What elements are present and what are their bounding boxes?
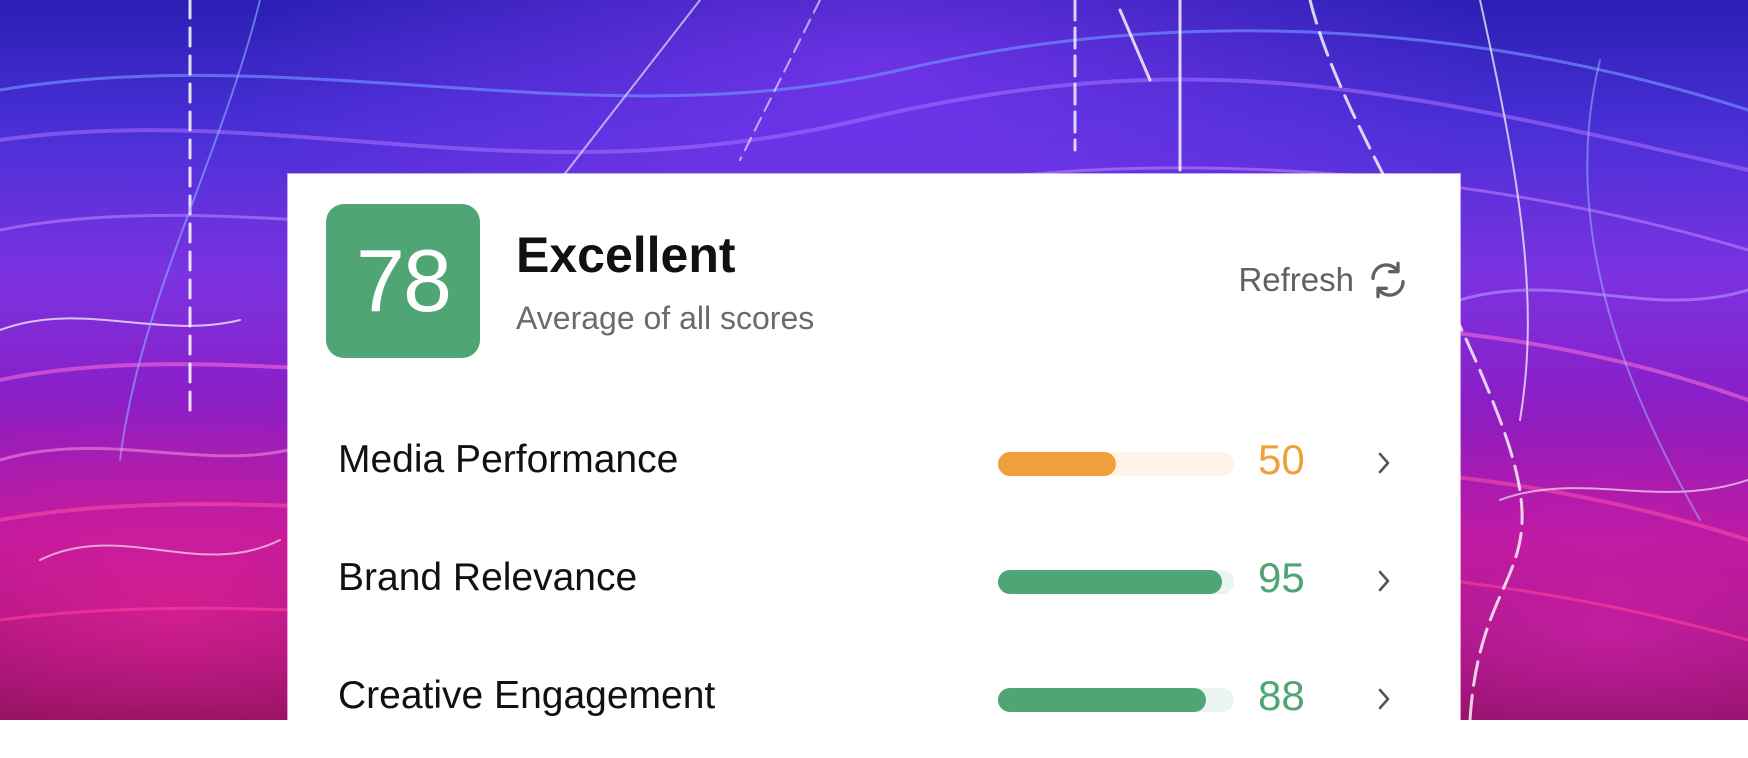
metric-bar-fill bbox=[998, 452, 1116, 476]
refresh-icon bbox=[1368, 260, 1408, 300]
metric-bar-track bbox=[998, 570, 1234, 594]
score-card: 78 Excellent Average of all scores Refre… bbox=[288, 174, 1460, 734]
metric-value: 50 bbox=[1258, 436, 1305, 483]
rating-subtitle: Average of all scores bbox=[516, 300, 815, 336]
metric-bar-fill bbox=[998, 688, 1206, 712]
metric-bar-fill bbox=[998, 570, 1223, 594]
chevron-right-icon[interactable] bbox=[1376, 450, 1392, 476]
chevron-right-icon[interactable] bbox=[1376, 568, 1392, 594]
metric-label: Media Performance bbox=[338, 438, 679, 481]
refresh-label: Refresh bbox=[1238, 261, 1354, 298]
overall-score-badge: 78 bbox=[326, 204, 480, 358]
metric-bar-track bbox=[998, 452, 1234, 476]
metric-label: Creative Engagement bbox=[338, 674, 716, 717]
metric-row-brand-relevance[interactable]: Brand Relevance 95 bbox=[288, 522, 1460, 640]
rating-title: Excellent bbox=[516, 227, 736, 283]
refresh-button[interactable]: Refresh bbox=[1238, 260, 1408, 300]
metric-bar-track bbox=[998, 688, 1234, 712]
metric-value: 88 bbox=[1258, 672, 1305, 719]
chevron-right-icon[interactable] bbox=[1376, 686, 1392, 712]
metric-row-creative-engagement[interactable]: Creative Engagement 88 bbox=[288, 640, 1460, 758]
metric-value: 95 bbox=[1258, 554, 1305, 601]
metric-list: Media Performance 50 Brand Relevance 95 … bbox=[288, 404, 1460, 758]
metric-label: Brand Relevance bbox=[338, 556, 638, 599]
metric-row-media-performance[interactable]: Media Performance 50 bbox=[288, 404, 1460, 522]
